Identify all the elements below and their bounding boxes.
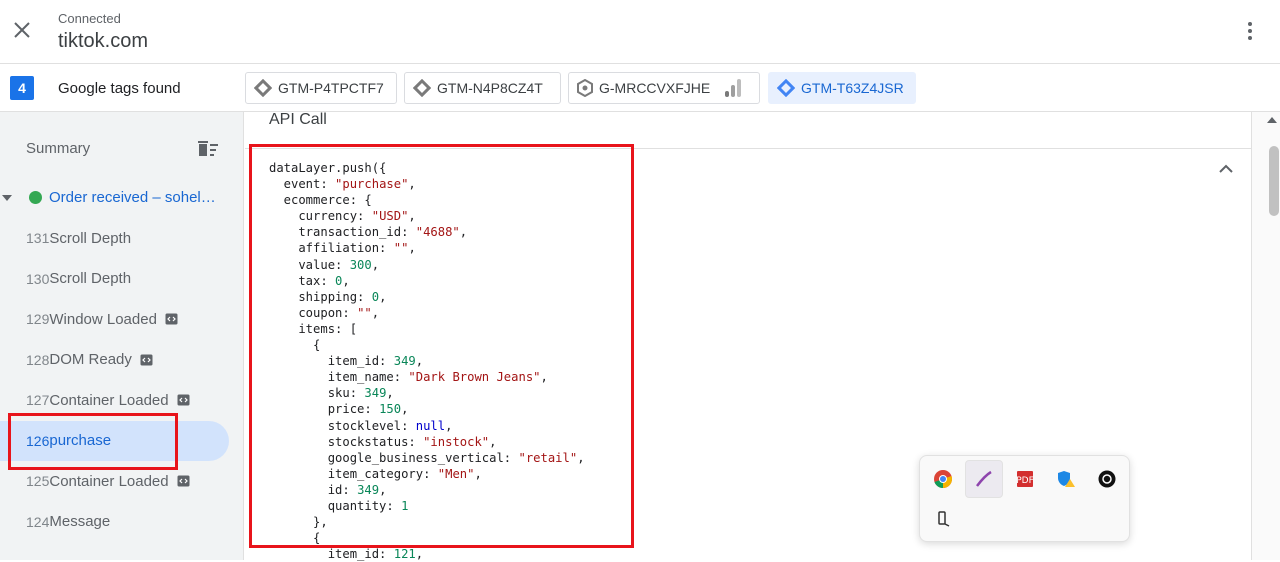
code-line: event: "purchase", bbox=[269, 177, 416, 192]
event-item-dom-ready[interactable]: 128 DOM Ready bbox=[0, 340, 229, 380]
event-number: 129 bbox=[26, 311, 50, 327]
tray-pdf[interactable]: PDF bbox=[1006, 460, 1044, 498]
tag-chip-label: GTM-N4P8CZ4T bbox=[437, 80, 543, 96]
code-line: { bbox=[269, 338, 321, 353]
tray-app[interactable] bbox=[1088, 460, 1126, 498]
code-line: id: 349, bbox=[269, 482, 387, 497]
code-line: value: 300, bbox=[269, 257, 380, 272]
tag-chip-gtm-t63z4jsr[interactable]: GTM-T63Z4JSR bbox=[768, 72, 916, 104]
code-line: item_id: 349, bbox=[269, 354, 424, 369]
tag-chip-gtm-n4p8cz4t[interactable]: GTM-N4P8CZ4T bbox=[404, 72, 561, 104]
event-number: 131 bbox=[26, 230, 50, 246]
event-name: purchase bbox=[49, 432, 112, 449]
code-line: transaction_id: "4688", bbox=[269, 225, 468, 240]
status-dot bbox=[29, 191, 42, 204]
tag-chip-label: GTM-T63Z4JSR bbox=[801, 80, 904, 96]
svg-text:PDF: PDF bbox=[1016, 476, 1034, 486]
code-line: item_category: "Men", bbox=[269, 466, 482, 481]
event-item-message[interactable]: 124 Message bbox=[0, 502, 229, 542]
gtm-diamond-icon bbox=[254, 79, 272, 97]
event-number: 124 bbox=[26, 513, 50, 530]
code-line: stockstatus: "instock", bbox=[269, 434, 497, 449]
code-icon bbox=[177, 475, 190, 487]
more-vert-icon bbox=[1248, 22, 1252, 40]
tags-found-label: Google tags found bbox=[58, 80, 181, 97]
event-name: Scroll Depth bbox=[49, 270, 132, 287]
event-name: Container Loaded bbox=[49, 472, 169, 490]
delete-all-button[interactable] bbox=[197, 139, 219, 159]
top-bar bbox=[0, 0, 1280, 64]
connected-host: tiktok.com bbox=[58, 30, 149, 52]
code-line: shipping: 0, bbox=[269, 289, 387, 304]
code-icon bbox=[165, 313, 178, 325]
event-number: 127 bbox=[26, 392, 50, 408]
pen-icon bbox=[976, 470, 992, 487]
event-number: 128 bbox=[26, 351, 50, 368]
close-button[interactable] bbox=[8, 16, 36, 44]
code-icon bbox=[140, 354, 153, 366]
tray-chrome[interactable] bbox=[924, 460, 962, 498]
connection-status: Connected bbox=[58, 11, 121, 26]
analytics-bars-icon bbox=[725, 79, 742, 97]
summary-label[interactable]: Summary bbox=[26, 140, 90, 157]
event-name: Message bbox=[49, 513, 111, 530]
code-line: coupon: "", bbox=[269, 305, 380, 320]
code-icon bbox=[177, 394, 190, 406]
chrome-icon bbox=[934, 470, 953, 488]
gtm-diamond-icon bbox=[413, 79, 431, 97]
event-number: 126 bbox=[26, 432, 50, 449]
event-item-container-loaded[interactable]: 125 Container Loaded bbox=[0, 461, 229, 501]
tray-usb[interactable] bbox=[924, 500, 962, 538]
tray-security[interactable] bbox=[1047, 460, 1085, 498]
code-line: quantity: 1 bbox=[269, 498, 409, 513]
code-line: google_business_vertical: "retail", bbox=[269, 450, 585, 465]
pdf-icon: PDF bbox=[1016, 471, 1034, 487]
app-icon bbox=[1098, 470, 1116, 488]
expand-arrow-icon[interactable] bbox=[2, 194, 12, 202]
event-item-window-loaded[interactable]: 129 Window Loaded bbox=[0, 299, 229, 339]
event-name: Container Loaded bbox=[49, 391, 169, 409]
tag-chip-label: G-MRCCVXFJHE bbox=[599, 80, 711, 96]
page-item-order-received[interactable]: Order received – sohel… bbox=[49, 189, 219, 206]
event-item-scroll-depth[interactable]: 131 Scroll Depth bbox=[0, 218, 229, 258]
tag-chip-g-mrccvxfjhe[interactable]: G-MRCCVXFJHE bbox=[568, 72, 760, 104]
event-name: Window Loaded bbox=[49, 310, 157, 328]
code-line: stocklevel: null, bbox=[269, 418, 453, 433]
event-item-purchase[interactable]: 126 purchase bbox=[0, 420, 229, 461]
event-number: 125 bbox=[26, 473, 50, 489]
event-item-container-loaded[interactable]: 127 Container Loaded bbox=[0, 380, 229, 420]
shield-warning-icon bbox=[1058, 471, 1075, 487]
code-line: currency: "USD", bbox=[269, 209, 416, 224]
code-line: dataLayer.push({ bbox=[269, 161, 387, 175]
tag-count-badge: 4 bbox=[10, 76, 34, 100]
more-options-button[interactable] bbox=[1238, 19, 1262, 43]
code-line: sku: 349, bbox=[269, 386, 394, 401]
event-name: DOM Ready bbox=[49, 351, 132, 368]
event-name: Scroll Depth bbox=[49, 229, 132, 247]
google-tag-icon bbox=[577, 79, 593, 97]
scrollbar-thumb[interactable] bbox=[1269, 146, 1279, 216]
code-line: tax: 0, bbox=[269, 273, 350, 288]
code-line: item_name: "Dark Brown Jeans", bbox=[269, 370, 548, 385]
gtm-diamond-icon bbox=[777, 79, 795, 97]
code-line: }, bbox=[269, 515, 328, 530]
event-number: 130 bbox=[26, 270, 50, 287]
code-line: affiliation: "", bbox=[269, 241, 416, 256]
event-item-scroll-depth[interactable]: 130 Scroll Depth bbox=[0, 259, 229, 299]
divider bbox=[245, 148, 1251, 149]
close-icon bbox=[14, 22, 30, 38]
tag-chip-label: GTM-P4TPCTF7 bbox=[278, 80, 384, 96]
code-line: ecommerce: { bbox=[269, 193, 372, 208]
tray-pen[interactable] bbox=[965, 460, 1003, 498]
clear-list-icon bbox=[198, 141, 218, 156]
scroll-up-arrow-icon[interactable] bbox=[1267, 116, 1277, 124]
tag-chip-gtm-p4tpctf7[interactable]: GTM-P4TPCTF7 bbox=[245, 72, 397, 104]
usb-icon bbox=[938, 511, 950, 527]
code-block: dataLayer.push({ event: "purchase", ecom… bbox=[269, 160, 585, 562]
code-line: price: 150, bbox=[269, 402, 409, 417]
chevron-up-icon[interactable] bbox=[1216, 160, 1236, 178]
code-line: items: [ bbox=[269, 321, 358, 336]
section-title: API Call bbox=[269, 111, 327, 128]
code-line: { bbox=[269, 531, 321, 546]
